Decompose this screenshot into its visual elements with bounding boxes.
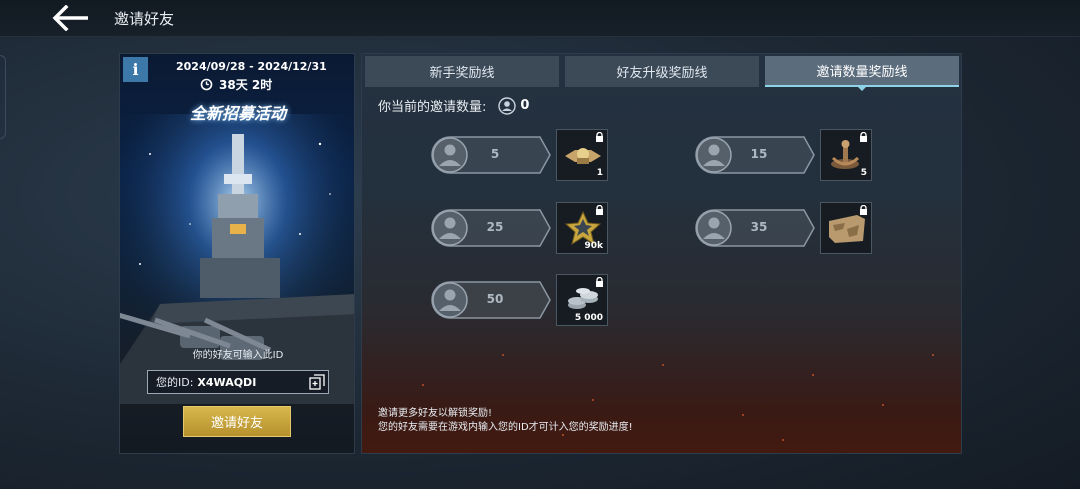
person-icon xyxy=(498,96,517,115)
lock-icon xyxy=(596,132,603,142)
invite-friends-button[interactable]: 邀请好友 xyxy=(183,406,291,437)
tier-threshold: 35 xyxy=(750,220,768,234)
event-date-range: 2024/09/28 - 2024/12/31 xyxy=(176,60,327,73)
lock-icon xyxy=(596,205,603,215)
tier-threshold: 25 xyxy=(486,220,504,234)
rewards-panel: 新手奖励线 好友升级奖励线 邀请数量奖励线 你当前的邀请数量: 0 5 1 15… xyxy=(361,53,962,454)
reward-quantity: 90k xyxy=(584,241,603,251)
id-label: 您的ID: xyxy=(156,376,194,389)
tab-invite-count-rewards[interactable]: 邀请数量奖励线 xyxy=(765,56,959,91)
invite-count-label: 你当前的邀请数量: xyxy=(378,100,487,115)
tier-threshold: 5 xyxy=(490,147,500,161)
id-hint-text: 你的好友可输入此ID xyxy=(192,350,284,361)
medal-badge-icon xyxy=(565,148,601,164)
countdown-text: 38天 2时 xyxy=(219,78,273,92)
footer-note: 邀请更多好友以解锁奖励! 您的好友需要在游戏内输入您的ID才可计入您的奖励进度! xyxy=(378,407,633,435)
tier-threshold: 15 xyxy=(750,147,768,161)
reward-quantity: 5 000 xyxy=(574,313,603,323)
info-button[interactable]: i xyxy=(123,57,148,82)
camouflage-flag-icon xyxy=(829,215,865,243)
player-id-field[interactable]: 您的ID: X4WAQDI xyxy=(147,370,329,394)
top-bar: 邀请好友 xyxy=(0,0,1080,37)
reward-track-tabs: 新手奖励线 好友升级奖励线 邀请数量奖励线 xyxy=(365,56,959,91)
timer-icon xyxy=(200,78,213,91)
footer-line-2: 您的好友需要在游戏内输入您的ID才可计入您的奖励进度! xyxy=(378,422,633,433)
anchor-camouflage-icon xyxy=(831,140,860,169)
star-xp-icon xyxy=(564,211,602,245)
reward-tier-25: 25 90k xyxy=(430,202,610,256)
reward-tier-5: 5 1 xyxy=(430,129,610,183)
reward-slot[interactable]: 5 000 xyxy=(556,274,608,326)
reward-slot[interactable]: 90k xyxy=(556,202,608,254)
reward-quantity: 1 xyxy=(596,168,603,178)
reward-tier-35: 35 xyxy=(694,202,874,256)
reward-tier-15: 15 5 xyxy=(694,129,874,183)
side-drawer-handle[interactable] xyxy=(0,55,6,139)
tab-newbie-rewards[interactable]: 新手奖励线 xyxy=(365,56,559,87)
back-button[interactable] xyxy=(52,4,92,32)
footer-line-1: 邀请更多好友以解锁奖励! xyxy=(378,408,493,419)
tier-threshold: 50 xyxy=(486,292,504,306)
reward-tier-50: 50 5 000 xyxy=(430,274,610,328)
lock-icon xyxy=(596,277,603,287)
invite-count-value: 0 xyxy=(520,98,530,113)
event-countdown: 38天 2时 xyxy=(200,76,272,93)
event-title: 全新招募活动 xyxy=(189,104,286,123)
reward-quantity: 5 xyxy=(860,168,867,178)
id-value: X4WAQDI xyxy=(197,375,257,389)
page-title: 邀请好友 xyxy=(114,10,175,28)
reward-slot[interactable]: 5 xyxy=(820,129,872,181)
copy-icon[interactable] xyxy=(309,374,325,390)
event-card: i 2024/09/28 - 2024/12/31 38天 2时 全新招募活动 … xyxy=(119,53,355,454)
lock-icon xyxy=(860,205,867,215)
lock-icon xyxy=(860,132,867,142)
tab-friend-level-rewards[interactable]: 好友升级奖励线 xyxy=(565,56,759,87)
invite-count-row: 你当前的邀请数量: 0 xyxy=(378,96,529,115)
reward-slot[interactable]: 1 xyxy=(556,129,608,181)
silver-coins-icon xyxy=(568,288,598,309)
back-arrow-icon xyxy=(52,4,88,32)
reward-slot[interactable] xyxy=(820,202,872,254)
